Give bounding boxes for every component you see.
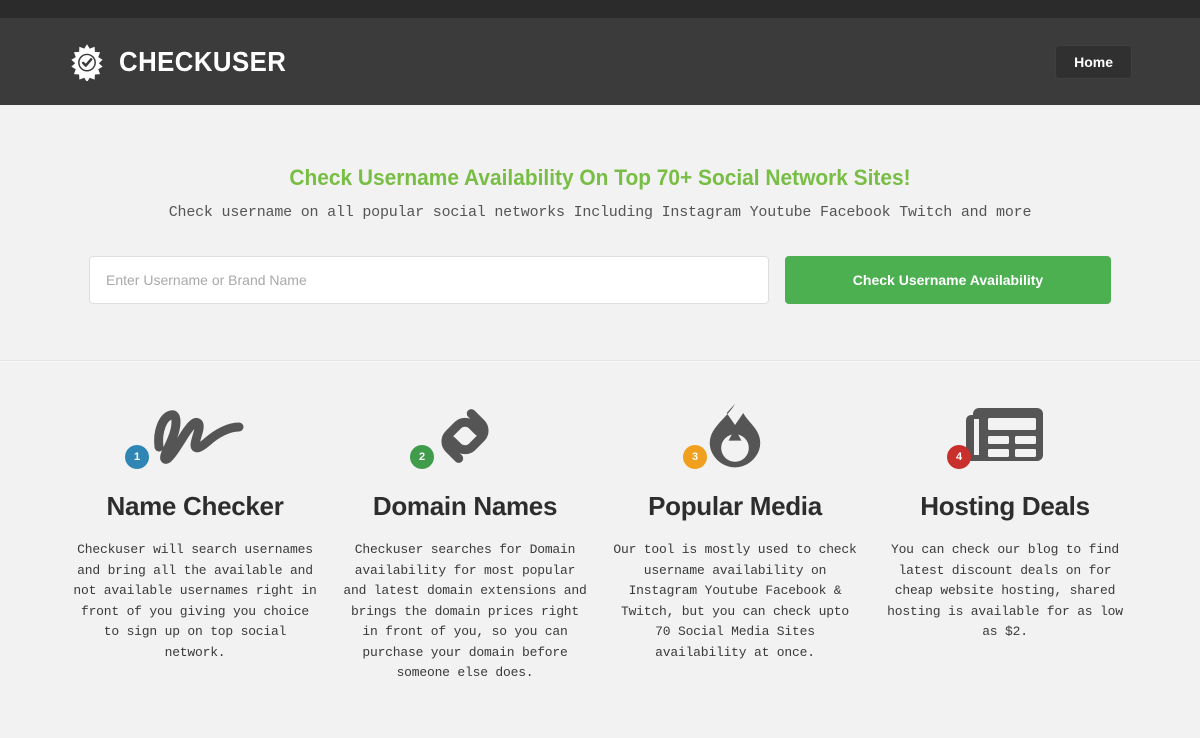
- check-availability-button[interactable]: Check Username Availability: [785, 256, 1111, 305]
- feature-icon-area: 1: [72, 397, 318, 475]
- page-title: Check Username Availability On Top 70+ S…: [289, 165, 911, 190]
- features-section: 1 Name Checker Checkuser will search use…: [0, 361, 1200, 684]
- feature-title: Domain Names: [372, 491, 558, 522]
- username-search-input[interactable]: [89, 256, 769, 305]
- feature-description: Our tool is mostly used to check usernam…: [613, 542, 857, 660]
- feature-card-domain-names: 2 Domain Names Checkuser searches for Do…: [330, 397, 600, 684]
- feature-title: Hosting Deals: [920, 491, 1090, 522]
- feature-icon-area: 2: [342, 397, 588, 475]
- home-nav-button[interactable]: Home: [1055, 44, 1132, 79]
- signature-scribble-icon: [141, 401, 249, 471]
- chain-link-icon: [426, 401, 504, 471]
- brand-name: CHECKUSER: [119, 45, 287, 77]
- hero-section: Check Username Availability On Top 70+ S…: [0, 105, 1200, 363]
- feature-description: You can check our blog to find latest di…: [887, 542, 1123, 640]
- newspaper-icon: [963, 401, 1047, 471]
- feature-description: Checkuser will search usernames and brin…: [73, 542, 317, 660]
- check-badge-sunburst-icon: [68, 43, 106, 81]
- feature-icon-area: 3: [612, 397, 858, 475]
- feature-title: Name Checker: [106, 491, 284, 522]
- feature-title: Popular Media: [648, 491, 822, 522]
- brand-logo[interactable]: CHECKUSER: [68, 43, 301, 81]
- username-search-form: Check Username Availability: [89, 256, 1111, 305]
- site-header: CHECKUSER Home: [0, 18, 1200, 105]
- page-subtitle: Check username on all popular social net…: [168, 204, 1032, 222]
- feature-card-name-checker: 1 Name Checker Checkuser will search use…: [60, 397, 330, 684]
- feature-card-popular-media: 3 Popular Media Our tool is mostly used …: [600, 397, 870, 684]
- feature-card-hosting-deals: 4 Hosting Deals You can check our blog t…: [870, 397, 1140, 684]
- top-strip: [0, 0, 1200, 18]
- flame-fire-icon: [699, 401, 771, 471]
- feature-description: Checkuser searches for Domain availabili…: [343, 542, 587, 681]
- feature-icon-area: 4: [882, 397, 1128, 475]
